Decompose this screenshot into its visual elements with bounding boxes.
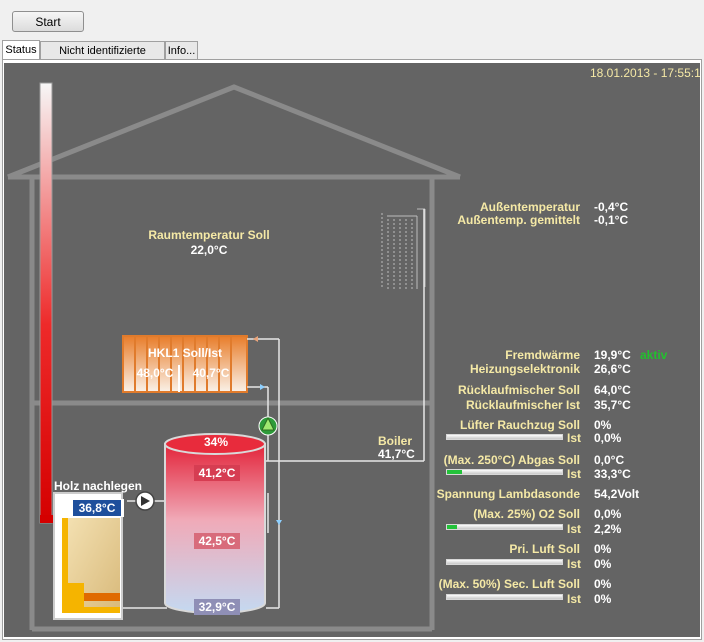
pri-luft-ist-label: Ist xyxy=(567,557,582,571)
tank-mid-temp: 42,5°C xyxy=(194,533,240,549)
luefter-rauchzug-value: 0% xyxy=(594,418,612,432)
o2-soll-label: (Max. 25%) O2 Soll xyxy=(473,507,580,521)
o2-ist-label: Ist xyxy=(567,522,582,536)
o2-bar xyxy=(446,524,563,530)
pump-icon xyxy=(135,491,155,511)
mixer-valve-icon xyxy=(258,416,278,436)
abgas-bar xyxy=(446,469,563,475)
storage-tank xyxy=(164,433,266,614)
chimney xyxy=(39,82,53,524)
pri-luft-value: 0% xyxy=(594,542,612,556)
furnace-temp: 36,8°C xyxy=(73,500,121,516)
outside-temp-label: Außentemperatur xyxy=(479,200,580,214)
tank-top-temp: 41,2°C xyxy=(194,465,240,481)
lambdasonde-label: Spannung Lambdasonde xyxy=(436,487,580,501)
tab-unidentified-channels[interactable]: Nicht identifizierte Kanäle xyxy=(40,41,165,75)
tab-status[interactable]: Status xyxy=(2,40,40,60)
abgas-ist-value: 33,3°C xyxy=(594,467,631,481)
luefter-rauchzug-ist-value: 0,0% xyxy=(594,431,622,445)
hkl1-ist-value: 40,7°C xyxy=(192,366,230,380)
luefter-rauchzug-label: Lüfter Rauchzug Soll xyxy=(460,418,580,432)
o2-soll-value: 0,0% xyxy=(594,507,622,521)
furnace-label: Holz nachlegen xyxy=(54,479,143,493)
o2-bar-fill xyxy=(447,525,458,529)
ruecklaufmischer-ist-value: 35,7°C xyxy=(594,398,631,412)
sec-luft-ist-value: 0% xyxy=(594,592,612,606)
luefter-rauchzug-ist-label: Ist xyxy=(567,431,582,445)
heizungselektronik-label: Heizungselektronik xyxy=(469,362,580,376)
fremdwaerme-label: Fremdwärme xyxy=(505,348,580,362)
room-temp-value: 22,0°C xyxy=(190,243,228,257)
lambdasonde-value: 54,2Volt xyxy=(594,487,640,501)
o2-ist-value: 2,2% xyxy=(594,522,622,536)
fremdwaerme-active-badge: aktiv xyxy=(640,348,668,362)
abgas-bar-fill xyxy=(447,470,462,474)
fremdwaerme-value: 19,9°C xyxy=(594,348,631,362)
luefter-rauchzug-bar xyxy=(446,434,563,440)
pri-luft-bar xyxy=(446,559,563,565)
outside-avg-value: -0,1°C xyxy=(594,213,629,227)
timestamp: 18.01.2013 - 17:55:15 xyxy=(590,66,700,80)
radiator-icon xyxy=(122,335,248,393)
room-temp-label: Raumtemperatur Soll xyxy=(148,228,270,242)
sec-luft-bar xyxy=(446,594,563,600)
tank-bottom-temp: 32,9°C xyxy=(194,599,240,615)
pri-luft-label: Pri. Luft Soll xyxy=(509,542,580,556)
outside-temp-value: -0,4°C xyxy=(594,200,629,214)
start-button[interactable]: Start xyxy=(12,11,84,32)
heating-diagram: 18.01.2013 - 17:55:15 Raumtemperatur Sol… xyxy=(4,63,700,637)
abgas-soll-value: 0,0°C xyxy=(594,453,625,467)
ruecklaufmischer-soll-label: Rücklaufmischer Soll xyxy=(457,383,580,397)
heizungselektronik-value: 26,6°C xyxy=(594,362,631,376)
tank-fill-level: 34% xyxy=(203,435,229,449)
hkl1-label: HKL1 Soll/Ist xyxy=(147,346,222,360)
ruecklaufmischer-ist-label: Rücklaufmischer Ist xyxy=(465,398,580,412)
ruecklaufmischer-soll-value: 64,0°C xyxy=(594,383,631,397)
sec-luft-label: (Max. 50%) Sec. Luft Soll xyxy=(438,577,580,591)
tab-info[interactable]: Info... xyxy=(165,41,198,59)
abgas-soll-label: (Max. 250°C) Abgas Soll xyxy=(443,453,580,467)
outside-avg-label: Außentemp. gemittelt xyxy=(457,213,580,227)
sec-luft-value: 0% xyxy=(594,577,612,591)
boiler-label: Boiler xyxy=(378,434,413,448)
hkl1-soll-value: 48,0°C xyxy=(136,366,174,380)
pri-luft-ist-value: 0% xyxy=(594,557,612,571)
abgas-ist-label: Ist xyxy=(567,467,582,481)
sec-luft-ist-label: Ist xyxy=(567,592,582,606)
